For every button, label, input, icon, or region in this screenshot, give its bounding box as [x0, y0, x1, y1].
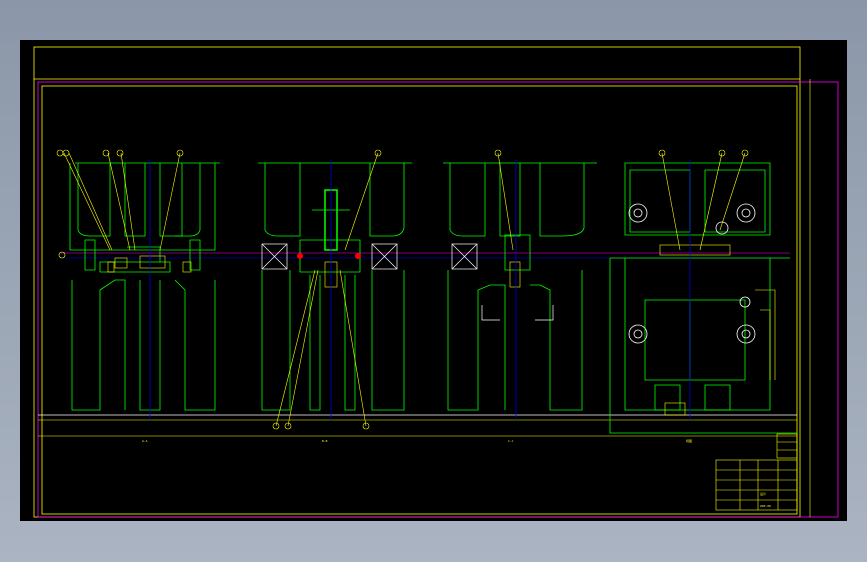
- section-view-a: [69, 162, 220, 411]
- section-view-b-bearings: [261, 243, 398, 270]
- view-a-balloons: [56, 149, 184, 259]
- title-block: [715, 459, 798, 511]
- side-view-balloons: [658, 149, 749, 157]
- section-view-a-details: [63, 152, 192, 273]
- side-view-details: [659, 152, 776, 416]
- title-block-drawing-no: ZDP-00: [760, 504, 771, 508]
- view-c-caption: C-C: [508, 439, 514, 443]
- view-a-caption: A-A: [142, 439, 148, 443]
- drawing-canvas[interactable]: A-A B-B C-C 视图 设计 ZDP-00: [20, 40, 847, 521]
- side-view-caption: 视图: [686, 438, 692, 443]
- view-b-caption: B-B: [322, 439, 328, 443]
- section-view-c-leaders: [497, 152, 521, 288]
- cad-viewer: A-A B-B C-C 视图 设计 ZDP-00: [0, 0, 867, 562]
- section-view-b-leaders: [275, 152, 379, 427]
- parts-list: [776, 433, 798, 459]
- side-view: [609, 162, 797, 434]
- side-view-wheels: [628, 203, 756, 344]
- section-view-c-bearing: [451, 243, 554, 321]
- cad-drawing: A-A B-B C-C 视图 设计 ZDP-00: [33, 46, 839, 518]
- title-block-company: 设计: [760, 491, 766, 496]
- magenta-frame: [37, 81, 839, 518]
- section-view-b: [258, 162, 412, 411]
- outer-border: [33, 46, 801, 518]
